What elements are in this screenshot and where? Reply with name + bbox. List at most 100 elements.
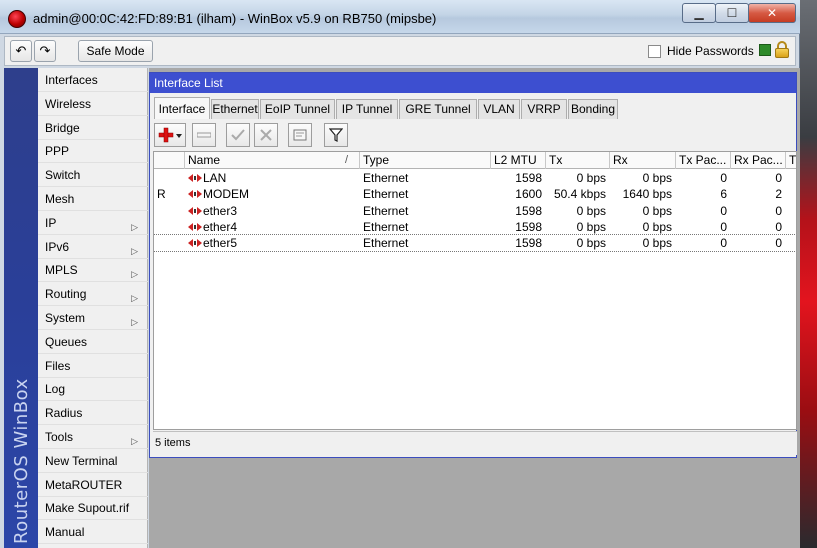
sidebar-item-switch[interactable]: Switch — [38, 164, 148, 188]
tab-ethernet[interactable]: Ethernet — [211, 99, 259, 119]
tab-ip-tunnel[interactable]: IP Tunnel — [336, 99, 398, 119]
sidebar-item-queues[interactable]: Queues — [38, 331, 148, 354]
sidebar-item-label: IP — [45, 215, 57, 230]
sidebar-item-label: IPv6 — [45, 239, 70, 254]
add-icon — [158, 127, 182, 143]
cell-flag — [157, 203, 185, 219]
table-row[interactable]: R MODEM Ethernet 1600 50.4 kbps 1640 bps 6 2 — [154, 186, 796, 202]
cell-rx-pkts: 2 — [775, 187, 782, 202]
table-row[interactable]: ether5 Ethernet 1598 0 bps 0 bps 0 0 — [154, 234, 796, 253]
cell-l2mtu: 1598 — [515, 236, 542, 251]
column-header-tx-pac-[interactable]: Tx Pac... — [676, 152, 731, 169]
table-row[interactable]: LAN Ethernet 1598 0 bps 0 bps 0 0 — [154, 170, 796, 186]
sidebar-item-label: System — [45, 311, 86, 325]
add-button[interactable] — [154, 123, 186, 147]
tab-gre-tunnel[interactable]: GRE Tunnel — [399, 99, 477, 119]
ethernet-interface-icon — [188, 174, 202, 182]
sidebar-item-wireless[interactable]: Wireless — [38, 93, 148, 116]
sidebar-item-label: Queues — [45, 334, 88, 349]
interface-name: MODEM — [203, 187, 249, 202]
sidebar-item-label: Log — [45, 382, 66, 397]
enable-button[interactable] — [226, 123, 250, 147]
cell-rx-pkts: 0 — [775, 171, 782, 185]
ethernet-interface-icon — [188, 239, 202, 248]
remove-button[interactable] — [192, 123, 216, 147]
sidebar-item-log[interactable]: Log — [38, 378, 148, 402]
interface-list-title[interactable]: Interface List — [150, 73, 796, 93]
maximize-button[interactable]: ☐ — [715, 3, 749, 23]
minus-icon — [197, 132, 211, 138]
undo-button[interactable]: ↶ — [10, 40, 32, 62]
cell-tx-pkts: 6 — [720, 187, 727, 202]
sidebar-item-ip[interactable]: IP ▷ — [38, 212, 148, 235]
sidebar-item-mesh[interactable]: Mesh — [38, 188, 148, 211]
table-row[interactable]: ether4 Ethernet 1598 0 bps 0 bps 0 0 — [154, 219, 796, 235]
title-bar[interactable]: admin@00:0C:42:FD:89:B1 (ilham) - WinBox… — [0, 0, 800, 34]
sidebar-item-bridge[interactable]: Bridge — [38, 117, 148, 140]
sidebar-item-label: Files — [45, 358, 71, 373]
hide-passwords-toggle[interactable]: Hide Passwords — [648, 44, 754, 58]
sidebar-item-ppp[interactable]: PPP — [38, 140, 148, 164]
sidebar-item-make-supout-rif[interactable]: Make Supout.rif — [38, 497, 148, 521]
interface-table: Name / Type L2 MTU Tx Rx Tx Pac... Rx Pac... T L… — [153, 151, 797, 430]
vertical-brand-text: RouterOS WinBox — [11, 378, 32, 544]
sidebar-item-mpls[interactable]: MPLS ▷ — [38, 259, 148, 283]
filter-button[interactable] — [324, 123, 348, 147]
cell-tx: 0 bps — [576, 203, 606, 218]
sidebar-item-radius[interactable]: Radius — [38, 402, 148, 426]
sidebar-item-ipv6[interactable]: IPv6 ▷ — [38, 236, 148, 259]
sidebar-item-new-terminal[interactable]: New Terminal — [38, 450, 148, 473]
column-header-type[interactable]: Type — [360, 152, 491, 169]
sidebar-item-routing[interactable]: Routing ▷ — [38, 283, 148, 307]
minimize-button[interactable]: ▁ — [682, 3, 716, 23]
cell-l2mtu: 1598 — [515, 219, 542, 234]
tab-bonding[interactable]: Bonding — [568, 99, 618, 119]
sidebar-item-tools[interactable]: Tools ▷ — [38, 426, 148, 449]
sidebar-item-label: Make Supout.rif — [45, 501, 130, 516]
column-header-flag[interactable] — [154, 152, 185, 169]
hide-passwords-checkbox[interactable] — [648, 44, 661, 58]
column-header-rx[interactable]: Rx — [610, 152, 676, 169]
checkmark-icon — [231, 129, 245, 141]
window-controls: ▁ ☐ ✕ — [682, 3, 796, 23]
interface-name: ether5 — [203, 236, 238, 251]
table-row[interactable]: ether3 Ethernet 1598 0 bps 0 bps 0 0 — [154, 203, 796, 219]
cell-flag — [157, 235, 185, 251]
column-header-rx-pac-[interactable]: Rx Pac... — [731, 152, 786, 169]
cell-tx: 0 bps — [576, 219, 606, 234]
sidebar-item-metarouter[interactable]: MetaROUTER — [38, 474, 148, 497]
ethernet-interface-icon — [188, 206, 202, 215]
column-header-t[interactable]: T — [786, 152, 796, 169]
sidebar-item-interfaces[interactable]: Interfaces — [38, 69, 148, 92]
column-header-tx[interactable]: Tx — [546, 152, 610, 169]
winbox-app-icon — [8, 10, 26, 28]
maximize-icon: ☐ — [726, 6, 738, 20]
tab-vrrp[interactable]: VRRP — [521, 99, 567, 119]
cell-name: LAN — [188, 170, 360, 186]
comment-button[interactable] — [288, 123, 312, 147]
sidebar-item-files[interactable]: Files — [38, 355, 148, 378]
sidebar-item-label: Switch — [45, 168, 81, 183]
redo-button[interactable]: ↷ — [34, 40, 56, 62]
cell-flag: R — [157, 187, 166, 202]
sidebar-item-system[interactable]: System ▷ — [38, 307, 148, 330]
column-header-name[interactable]: Name — [185, 152, 360, 169]
cell-tx: 50.4 kbps — [553, 187, 606, 202]
tab-vlan[interactable]: VLAN — [478, 99, 520, 119]
close-button[interactable]: ✕ — [748, 3, 796, 23]
sidebar-item-label: MPLS — [45, 263, 78, 278]
cell-flag — [157, 170, 185, 186]
cell-rx: 0 bps — [642, 219, 672, 234]
tab-interface[interactable]: Interface — [154, 97, 210, 119]
sidebar-item-label: Wireless — [45, 96, 92, 111]
sidebar-item-label: Radius — [45, 406, 83, 421]
interface-name: ether3 — [203, 203, 238, 218]
window-title: admin@00:0C:42:FD:89:B1 (ilham) - WinBox… — [33, 11, 437, 26]
tab-eoip-tunnel[interactable]: EoIP Tunnel — [260, 99, 335, 119]
winbox-window: admin@00:0C:42:FD:89:B1 (ilham) - WinBox… — [0, 0, 800, 548]
safe-mode-button[interactable]: Safe Mode — [78, 40, 153, 62]
disable-button[interactable] — [254, 123, 278, 147]
column-header-l2-mtu[interactable]: L2 MTU — [491, 152, 546, 169]
sidebar-item-manual[interactable]: Manual — [38, 521, 148, 545]
sidebar-menu: Interfaces Wireless Bridge PPP Switch Mesh IP ▷… — [38, 68, 148, 548]
